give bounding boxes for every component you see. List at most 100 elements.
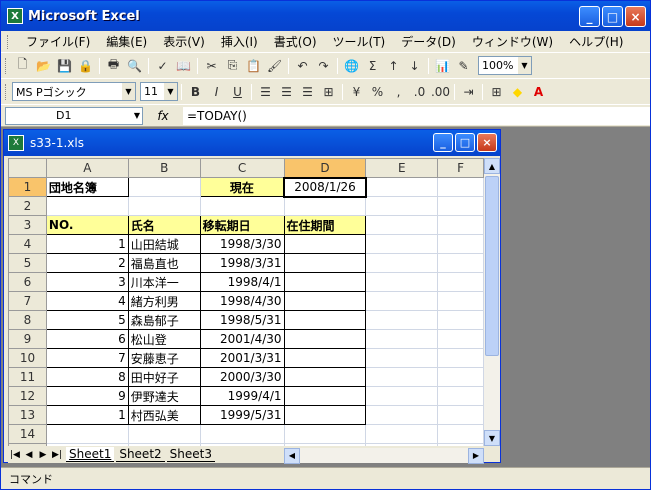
cut-icon[interactable]: ✂ — [201, 56, 222, 76]
cell[interactable] — [199, 196, 285, 216]
cell-a1[interactable]: 団地名簿 — [45, 177, 129, 197]
menu-insert[interactable]: 挿入(I) — [213, 33, 266, 50]
cell[interactable] — [365, 310, 439, 330]
cell[interactable] — [437, 215, 484, 235]
cell[interactable] — [437, 196, 484, 216]
cell-no[interactable]: 3 — [45, 272, 129, 292]
cell-name[interactable]: 田中好子 — [127, 367, 201, 387]
cell[interactable] — [437, 234, 484, 254]
cell[interactable] — [283, 196, 367, 216]
cell[interactable] — [365, 272, 439, 292]
cell-period[interactable] — [283, 367, 367, 387]
copy-icon[interactable]: ⎘ — [222, 56, 243, 76]
title-bar[interactable]: X Microsoft Excel _ □ × — [1, 1, 650, 31]
name-box[interactable]: D1 ▼ — [5, 106, 143, 125]
cell[interactable] — [437, 386, 484, 406]
cell-name[interactable]: 森島郁子 — [127, 310, 201, 330]
scroll-left-icon[interactable]: ◀ — [284, 447, 300, 464]
bold-button[interactable]: B — [185, 82, 206, 102]
sort-asc-icon[interactable]: ↑ — [383, 56, 404, 76]
row-header[interactable]: 12 — [8, 386, 47, 406]
cell-no[interactable]: 6 — [45, 329, 129, 349]
format-painter-icon[interactable]: 🖌 — [264, 56, 285, 76]
row-header[interactable]: 13 — [8, 405, 47, 425]
fill-color-icon[interactable]: ◆ — [507, 82, 528, 102]
cell-no[interactable]: 5 — [45, 310, 129, 330]
cell[interactable] — [437, 291, 484, 311]
cell[interactable] — [45, 424, 129, 444]
cell[interactable] — [127, 177, 201, 197]
print-preview-icon[interactable]: 🔍 — [124, 56, 145, 76]
scroll-right-icon[interactable]: ▶ — [468, 447, 484, 464]
cell[interactable] — [437, 329, 484, 349]
cell[interactable] — [365, 177, 439, 197]
cell-no[interactable]: 9 — [45, 386, 129, 406]
cell-period[interactable] — [283, 348, 367, 368]
paste-icon[interactable]: 📋 — [243, 56, 264, 76]
cell[interactable] — [437, 405, 484, 425]
fx-icon[interactable]: fx — [143, 109, 183, 123]
cell-name[interactable]: 川本洋一 — [127, 272, 201, 292]
spelling-icon[interactable]: ✓ — [152, 56, 173, 76]
cell-name[interactable]: 福島直也 — [127, 253, 201, 273]
font-color-icon[interactable]: A — [528, 82, 549, 102]
maximize-button[interactable]: □ — [602, 6, 623, 27]
row-header[interactable]: 11 — [8, 367, 47, 387]
cell[interactable] — [365, 386, 439, 406]
cell-name[interactable]: 村西弘美 — [127, 405, 201, 425]
permission-icon[interactable]: 🔒 — [75, 56, 96, 76]
cell-period[interactable] — [283, 310, 367, 330]
col-header-c[interactable]: C — [199, 158, 285, 178]
cell-period[interactable] — [283, 291, 367, 311]
cell[interactable] — [365, 329, 439, 349]
cell[interactable] — [365, 367, 439, 387]
cell[interactable] — [365, 196, 439, 216]
cell[interactable] — [365, 215, 439, 235]
spreadsheet-grid[interactable]: A B C D E F 1 団地名簿 現在 2008/1/26 2 3 NO. … — [8, 158, 484, 446]
cell[interactable] — [437, 272, 484, 292]
header-date[interactable]: 移転期日 — [199, 215, 285, 235]
cell-c1[interactable]: 現在 — [199, 177, 285, 197]
cell-period[interactable] — [283, 405, 367, 425]
menu-file[interactable]: ファイル(F) — [18, 33, 98, 50]
underline-button[interactable]: U — [227, 82, 248, 102]
tab-sheet1[interactable]: Sheet1 — [66, 447, 115, 462]
cell-no[interactable]: 7 — [45, 348, 129, 368]
cell-no[interactable]: 2 — [45, 253, 129, 273]
cell[interactable] — [437, 177, 484, 197]
font-select[interactable]: MS Pゴシック ▼ — [12, 82, 136, 101]
select-all[interactable] — [8, 158, 47, 178]
cell[interactable] — [283, 424, 367, 444]
row-header[interactable]: 6 — [8, 272, 47, 292]
new-icon[interactable]: 🗋 — [12, 56, 33, 76]
save-icon[interactable]: 💾 — [54, 56, 75, 76]
menu-view[interactable]: 表示(V) — [155, 33, 213, 50]
cell[interactable] — [437, 310, 484, 330]
prev-sheet-icon[interactable]: ◀ — [22, 450, 36, 460]
row-header[interactable]: 1 — [8, 177, 47, 197]
sort-desc-icon[interactable]: ↓ — [404, 56, 425, 76]
cell-date[interactable]: 2000/3/30 — [199, 367, 285, 387]
row-header[interactable]: 10 — [8, 348, 47, 368]
merge-center-icon[interactable]: ⊞ — [318, 82, 339, 102]
cell-date[interactable]: 2001/3/31 — [199, 348, 285, 368]
col-header-d[interactable]: D — [283, 158, 367, 178]
cell-no[interactable]: 4 — [45, 291, 129, 311]
cell-date[interactable]: 1999/4/1 — [199, 386, 285, 406]
undo-icon[interactable]: ↶ — [292, 56, 313, 76]
menu-data[interactable]: データ(D) — [393, 33, 464, 50]
col-header-e[interactable]: E — [365, 158, 439, 178]
toolbar-grip[interactable] — [5, 83, 8, 100]
close-button[interactable]: × — [625, 6, 646, 27]
cell[interactable] — [365, 405, 439, 425]
header-name[interactable]: 氏名 — [127, 215, 201, 235]
row-header[interactable]: 3 — [8, 215, 47, 235]
cell[interactable] — [127, 196, 201, 216]
increase-decimal-icon[interactable]: .0 — [409, 82, 430, 102]
cell-name[interactable]: 伊野達夫 — [127, 386, 201, 406]
cell[interactable] — [437, 253, 484, 273]
redo-icon[interactable]: ↷ — [313, 56, 334, 76]
cell[interactable] — [199, 424, 285, 444]
cell-date[interactable]: 1998/4/30 — [199, 291, 285, 311]
cell-no[interactable]: 1 — [45, 405, 129, 425]
